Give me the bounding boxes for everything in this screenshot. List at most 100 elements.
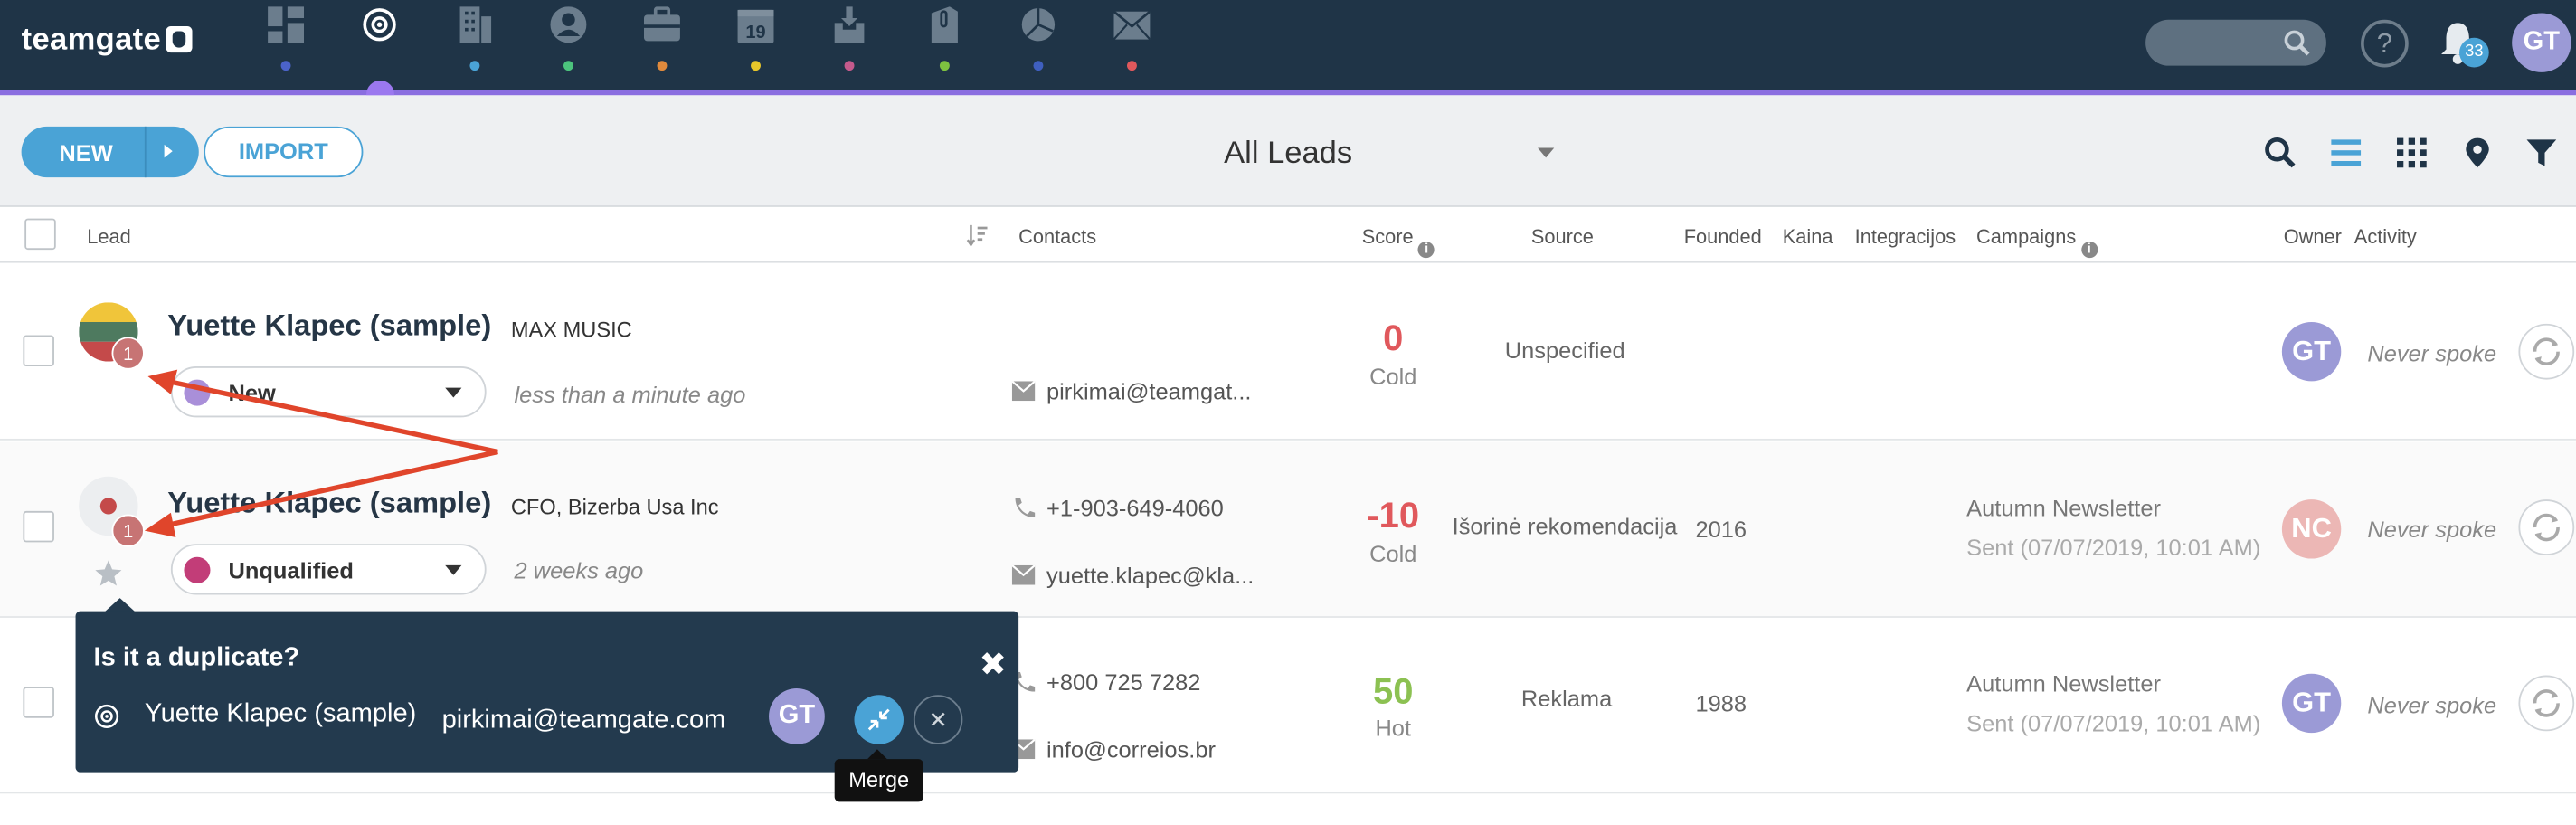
contact-phone[interactable]: +1-903-649-4060 [1012,495,1224,521]
caret-right-icon[interactable] [164,144,173,158]
star-icon[interactable] [94,559,124,589]
nav-dot [280,61,291,71]
lead-score-label: Cold [1369,540,1417,567]
column-campaigns-wrap[interactable]: Campaigns i [1976,224,2098,259]
nav-deals[interactable] [638,6,687,72]
nav-reports[interactable] [1014,6,1063,72]
person-icon [550,6,587,43]
lead-company: MAX MUSIC [510,317,632,342]
column-score-wrap[interactable]: Score i [1361,224,1435,259]
sync-button[interactable] [2518,323,2575,380]
info-icon[interactable]: i [2080,242,2098,259]
sync-button[interactable] [2518,499,2575,555]
duplicate-match-name[interactable]: Yuette Klapec (sample) [145,700,416,730]
column-lead[interactable]: Lead [87,225,131,248]
select-all-checkbox[interactable] [24,218,56,251]
nav-leads[interactable] [355,6,403,72]
target-icon [94,704,119,728]
view-selector-caret-icon[interactable] [1538,147,1555,158]
table-row[interactable]: 1 Yuette Klapec (sample) CFO, Bizerba Us… [0,441,2576,618]
column-source[interactable]: Source [1531,225,1594,248]
nav-inbox[interactable] [825,6,874,72]
contact-phone[interactable]: +800 725 7282 [1012,669,1200,695]
table-row[interactable]: 1 Yuette Klapec (sample) MAX MUSIC New l… [0,264,2576,441]
status-label: Unqualified [228,556,354,583]
import-button[interactable]: IMPORT [204,126,364,178]
dismiss-duplicate-button[interactable]: ✕ [913,695,963,744]
envelope-icon [1113,10,1151,41]
campaign-name[interactable]: Autumn Newsletter [1966,670,2161,697]
lead-name-link[interactable]: Yuette Klapec (sample) [167,487,491,521]
column-campaigns: Campaigns [1976,224,2077,249]
list-view-icon[interactable] [2330,137,2363,169]
duplicate-owner-avatar: GT [769,688,825,744]
popup-close-button[interactable]: ✖ [980,644,1007,685]
user-avatar[interactable]: GT [2512,13,2571,72]
envelope-icon [1011,564,1036,585]
status-color-dot [184,556,211,583]
owner-avatar[interactable]: NC [2281,499,2342,559]
column-owner[interactable]: Owner [2284,225,2342,248]
last-activity: Never spoke [2367,691,2497,718]
chevron-down-icon [445,387,462,398]
chevron-down-icon [445,564,462,575]
view-selector[interactable]: All Leads [1224,137,1352,173]
status-dropdown[interactable]: New [170,366,487,418]
lead-score-label: Hot [1375,715,1412,742]
row-checkbox[interactable] [23,510,54,543]
lead-score: 0 [1383,317,1404,358]
nav-dot [469,61,480,71]
teamgate-logo[interactable]: teamgate [22,23,193,59]
column-contacts[interactable]: Contacts [1018,225,1096,248]
contact-email[interactable]: pirkimai@teamgat... [1011,378,1252,404]
grid-view-icon[interactable] [2395,137,2428,169]
building-icon [459,6,492,43]
nav-documents[interactable] [920,6,969,72]
briefcase-icon [644,6,680,42]
new-lead-button[interactable]: NEW [21,126,199,178]
owner-avatar[interactable]: GT [2281,673,2342,734]
search-icon [2284,30,2310,56]
dashboard-icon [268,6,305,43]
table-header: Lead Contacts Score i Source Founded Kain… [0,208,2576,263]
help-button[interactable]: ? [2361,19,2409,68]
nav-dot [564,61,573,71]
duplicate-count-badge[interactable]: 1 [111,337,145,370]
sort-icon[interactable] [966,223,988,247]
nav-dot [939,61,950,71]
column-kaina[interactable]: Kaina [1783,225,1833,248]
nav-people[interactable] [544,6,592,72]
lead-founded: 2016 [1695,516,1747,543]
new-button-divider [144,126,147,178]
refresh-icon [2533,513,2560,542]
nav-companies[interactable] [450,6,499,72]
column-founded[interactable]: Founded [1684,225,1762,248]
app-stage: teamgate 19 ? 33 GT NEW IMPORT All Leads… [0,0,2576,825]
tooltip-pointer [867,749,887,760]
map-pin-icon[interactable] [2461,137,2494,169]
row-checkbox[interactable] [23,687,54,718]
contact-email[interactable]: yuette.klapec@kla... [1011,562,1254,588]
column-activity[interactable]: Activity [2354,225,2417,248]
info-icon[interactable]: i [1418,242,1435,259]
lead-name-link[interactable]: Yuette Klapec (sample) [167,308,491,343]
refresh-icon [2533,689,2560,717]
nav-mail[interactable] [1107,6,1156,72]
column-integracijos[interactable]: Integracijos [1855,225,1956,248]
duplicate-count-badge[interactable]: 1 [111,514,145,547]
nav-dashboard[interactable] [261,6,310,72]
sync-button[interactable] [2518,675,2575,732]
contact-email[interactable]: info@correios.br [1011,736,1216,763]
nav-calendar[interactable]: 19 [731,6,780,72]
lead-source: Reklama [1520,685,1613,712]
column-score: Score [1361,224,1414,249]
global-search-input[interactable] [2145,19,2326,66]
status-dropdown[interactable]: Unqualified [170,544,487,595]
row-checkbox[interactable] [23,335,54,367]
search-icon[interactable] [2264,137,2297,169]
filter-icon[interactable] [2525,137,2558,169]
nav-dot [657,61,668,71]
merge-button[interactable] [854,695,904,744]
owner-avatar[interactable]: GT [2281,322,2342,382]
campaign-name[interactable]: Autumn Newsletter [1966,495,2161,521]
